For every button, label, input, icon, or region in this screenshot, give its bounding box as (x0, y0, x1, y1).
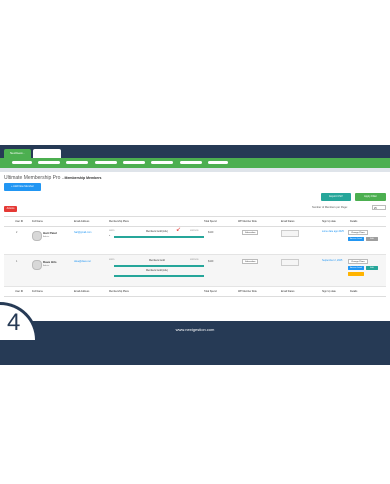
header-signup[interactable]: Sign Up date (322, 220, 336, 223)
user-name[interactable]: Hari Patel (43, 231, 57, 235)
header-plans: Membership Plans (109, 220, 129, 223)
user-id: 1 (16, 260, 18, 263)
table-row: 2 Hari Patel Admin hari@gmail.com 08/25 … (4, 227, 386, 255)
footer-wp-role: WP Member Role (238, 290, 257, 293)
email-status-box (281, 259, 299, 266)
plan2-progress-bar (114, 275, 204, 277)
perpage-label: Number of Members per Page: (312, 206, 348, 209)
header-email[interactable]: Email Address (74, 220, 89, 223)
menu-item-6[interactable] (151, 161, 173, 164)
menu-item-1[interactable] (12, 161, 32, 164)
plan-progress-bar (114, 236, 204, 238)
menu-item-4[interactable] (95, 161, 117, 164)
footer-user-id: User ID (15, 290, 24, 293)
avatar (32, 260, 42, 270)
total-spend: $449 (208, 260, 214, 263)
export-csv-button[interactable]: Export CSV (321, 193, 351, 201)
plan-progress-bar (114, 265, 204, 267)
header-full-name[interactable]: Full Name (32, 220, 43, 223)
sub-band (0, 168, 390, 172)
site-url: www.nextgestion.com (175, 327, 215, 332)
user-email[interactable]: dave@dave.net (74, 260, 91, 263)
add-member-label: Add New Member (13, 185, 34, 188)
header-user-id[interactable]: User ID (15, 220, 23, 223)
header-details: Details (350, 220, 358, 223)
user-email[interactable]: hari@gmail.com (74, 231, 91, 234)
change-plans-button[interactable]: Change Plans (348, 230, 368, 235)
total-spend: $449 (208, 231, 214, 234)
header-total-spend[interactable]: Total Spend (204, 220, 217, 223)
footer-plans: Membership Plans (109, 290, 129, 293)
edit-button[interactable]: Edit (366, 237, 378, 241)
plan-start: 09/25 (109, 259, 115, 261)
footer-signup: Sign Up date (322, 290, 336, 293)
email-status-box (281, 230, 299, 237)
step-number: 4 (7, 309, 21, 336)
footer-full-name: Full Name (32, 290, 43, 293)
avatar (32, 231, 42, 241)
change-plans-button[interactable]: Change Plans (348, 259, 368, 264)
plan-name: Members Gold (149, 259, 165, 262)
footer-total-spend: Total Spend (204, 290, 217, 293)
signup-date: September 2, 2025 (322, 259, 343, 262)
edit-button[interactable]: Edit (366, 266, 378, 270)
members-table: User ID Full Name Email Address Membersh… (4, 216, 386, 297)
table-footer: User ID Full Name Email Address Membersh… (4, 287, 386, 297)
access-level-button[interactable]: Access Level (348, 266, 364, 270)
admin-menubar (0, 158, 390, 168)
pointer-arrow-icon: ↙ (176, 227, 182, 233)
add-member-button[interactable]: + Add New Member (4, 183, 41, 191)
footer-details: Details (350, 290, 358, 293)
table-header: User ID Full Name Email Address Membersh… (4, 217, 386, 227)
menu-item-7[interactable] (180, 161, 202, 164)
user-role: Admin (43, 265, 50, 267)
plan-name: Members Gold (Life) (146, 230, 168, 233)
footer-email: Email Address (74, 290, 90, 293)
user-name[interactable]: Dave Hils (43, 260, 57, 264)
table-row: 1 Dave Hils Admin dave@dave.net 09/25 Me… (4, 255, 386, 287)
plan-end: 09/25/26 (190, 230, 199, 232)
plan2-name: Members Gold (Life) (146, 269, 168, 272)
page-title-main: Ultimate Membership Pro (4, 175, 61, 181)
plan-start: 08/25 (109, 230, 115, 232)
user-role: Admin (43, 236, 50, 238)
browser-tab-active[interactable]: NextGest... (4, 149, 31, 158)
menu-item-5[interactable] (123, 161, 145, 164)
bulk-actions-button[interactable]: Actions (4, 206, 17, 212)
browser-tab-new[interactable] (33, 149, 61, 158)
apply-filter-button[interactable]: Apply Filter (355, 193, 386, 201)
header-email-status: Email Status (281, 220, 295, 223)
perpage-select[interactable]: 25 (372, 205, 386, 210)
signup-date: some date ago 2025 (322, 230, 344, 233)
footer-email-status: Email Status (281, 290, 295, 293)
page-title: Ultimate Membership Pro - Membership Memb… (4, 175, 102, 181)
wp-role-select[interactable]: Subscriber (242, 230, 259, 235)
orange-action-button[interactable] (348, 272, 364, 276)
wp-role-select[interactable]: Subscriber (242, 259, 259, 264)
user-id: 2 (16, 231, 18, 234)
page-subtitle: - Membership Members (62, 176, 102, 180)
menu-item-8[interactable] (208, 161, 228, 164)
plan-end: 09/25/26 (190, 259, 199, 261)
browser-topbar: NextGest... (0, 145, 390, 162)
header-wp-role: WP Member Role (238, 220, 257, 223)
access-level-button[interactable]: Access Level (348, 237, 364, 241)
menu-item-2[interactable] (38, 161, 60, 164)
plan-progress-start: ● (109, 235, 111, 237)
menu-item-3[interactable] (66, 161, 88, 164)
